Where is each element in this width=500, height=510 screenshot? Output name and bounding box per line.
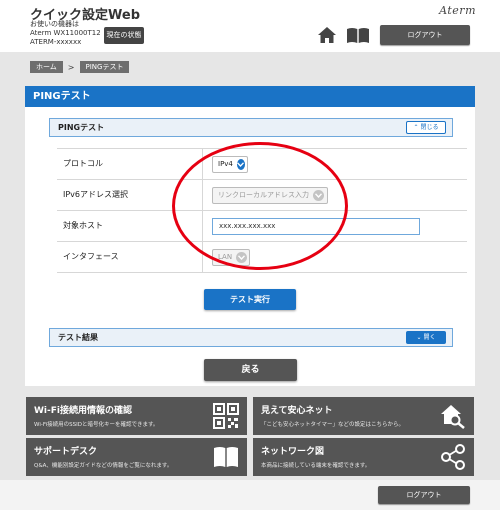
tile-title: ネットワーク図 [261, 447, 325, 457]
result-section-header: テスト結果 ⌄ 開く [49, 328, 453, 347]
manual-book-icon[interactable] [346, 27, 370, 44]
qr-code-icon [213, 403, 239, 429]
tile-title: Wi-Fi接続用情報の確認 [34, 406, 132, 416]
book-icon [214, 447, 238, 467]
interface-select: LAN [212, 248, 250, 266]
main-panel: PINGテスト PINGテスト ⌃ 閉じる プロトコル IPv4 IPv6アドレ… [25, 86, 475, 386]
aterm-logo: Aterm [439, 4, 476, 17]
form-row-target-host: 対象ホスト [57, 211, 467, 242]
breadcrumb-separator-icon: > [67, 62, 75, 72]
current-status-button[interactable]: 現在の状態 [104, 27, 144, 44]
protocol-label: プロトコル [57, 149, 203, 179]
ipv6-address-label: IPv6アドレス選択 [57, 180, 203, 210]
tile-desc: 「こども安心ネットタイマー」などの設定はこちらから。 [261, 422, 405, 428]
open-section-button[interactable]: ⌄ 開く [406, 331, 446, 344]
target-host-input[interactable] [212, 217, 420, 235]
ping-section-header: PINGテスト ⌃ 閉じる [49, 118, 453, 137]
device-info: お使いの機器は Aterm WX11000T12 ATERM-xxxxxx [30, 20, 101, 47]
form-row-ipv6-address: IPv6アドレス選択 リンクローカルアドレス入力 [57, 180, 467, 211]
ipv6-address-select: リンクローカルアドレス入力 [212, 186, 328, 204]
breadcrumb-current: PINGテスト [79, 61, 130, 73]
chevron-up-icon: ⌃ [413, 124, 419, 131]
result-section-label: テスト結果 [58, 333, 98, 342]
chevron-down-icon [236, 158, 245, 170]
back-button[interactable]: 戻る [204, 359, 297, 381]
house-search-icon [441, 405, 465, 429]
protocol-select[interactable]: IPv4 [212, 155, 248, 173]
target-host-label: 対象ホスト [57, 211, 203, 241]
home-icon[interactable] [317, 26, 337, 44]
ipv6-address-value: リンクローカルアドレス入力 [218, 191, 309, 199]
logout-button-top[interactable]: ログアウト [380, 25, 470, 45]
interface-label: インタフェース [57, 242, 203, 272]
breadcrumb: ホーム > PINGテスト [30, 61, 130, 73]
tile-network-map[interactable]: ネットワーク図 本商品に接続している端末を確認できます。 [253, 438, 474, 476]
interface-value: LAN [218, 253, 233, 261]
tile-desc: 本商品に接続している端末を確認できます。 [261, 463, 371, 469]
run-test-button[interactable]: テスト実行 [204, 289, 296, 310]
tile-title: 見えて安心ネット [261, 406, 333, 416]
form-row-protocol: プロトコル IPv4 [57, 149, 467, 180]
device-id: ATERM-xxxxxx [30, 38, 82, 46]
ping-form: プロトコル IPv4 IPv6アドレス選択 リンクローカルアドレス入力 対象ホス… [57, 148, 467, 273]
chevron-down-icon: ⌄ [416, 334, 422, 341]
ping-section-label: PINGテスト [58, 123, 105, 132]
protocol-value: IPv4 [218, 160, 233, 168]
tile-desc: Q&A、機能別設定ガイドなどの情報をご覧になれます。 [34, 463, 173, 469]
close-section-button[interactable]: ⌃ 閉じる [406, 121, 446, 134]
logout-button-bottom[interactable]: ログアウト [378, 486, 470, 504]
tile-desc: Wi-Fi接続用のSSIDと暗号化キーを確認できます。 [34, 422, 159, 428]
form-row-interface: インタフェース LAN [57, 242, 467, 273]
tile-support-desk[interactable]: サポートデスク Q&A、機能別設定ガイドなどの情報をご覧になれます。 [26, 438, 247, 476]
chevron-down-icon [236, 251, 247, 263]
open-section-label: 開く [423, 334, 436, 341]
tile-wifi-info[interactable]: Wi-Fi接続用情報の確認 Wi-Fi接続用のSSIDと暗号化キーを確認できます… [26, 397, 247, 435]
breadcrumb-home[interactable]: ホーム [30, 61, 63, 73]
device-label: お使いの機器は [30, 20, 79, 28]
device-model: Aterm WX11000T12 [30, 29, 101, 37]
tile-mieru-net[interactable]: 見えて安心ネット 「こども安心ネットタイマー」などの設定はこちらから。 [253, 397, 474, 435]
page-title: PINGテスト [25, 86, 475, 107]
header: クイック設定Web お使いの機器は Aterm WX11000T12 ATERM… [0, 0, 500, 52]
close-section-label: 閉じる [420, 124, 439, 131]
tile-title: サポートデスク [34, 447, 98, 457]
chevron-down-icon [313, 189, 324, 201]
network-icon [441, 444, 465, 470]
